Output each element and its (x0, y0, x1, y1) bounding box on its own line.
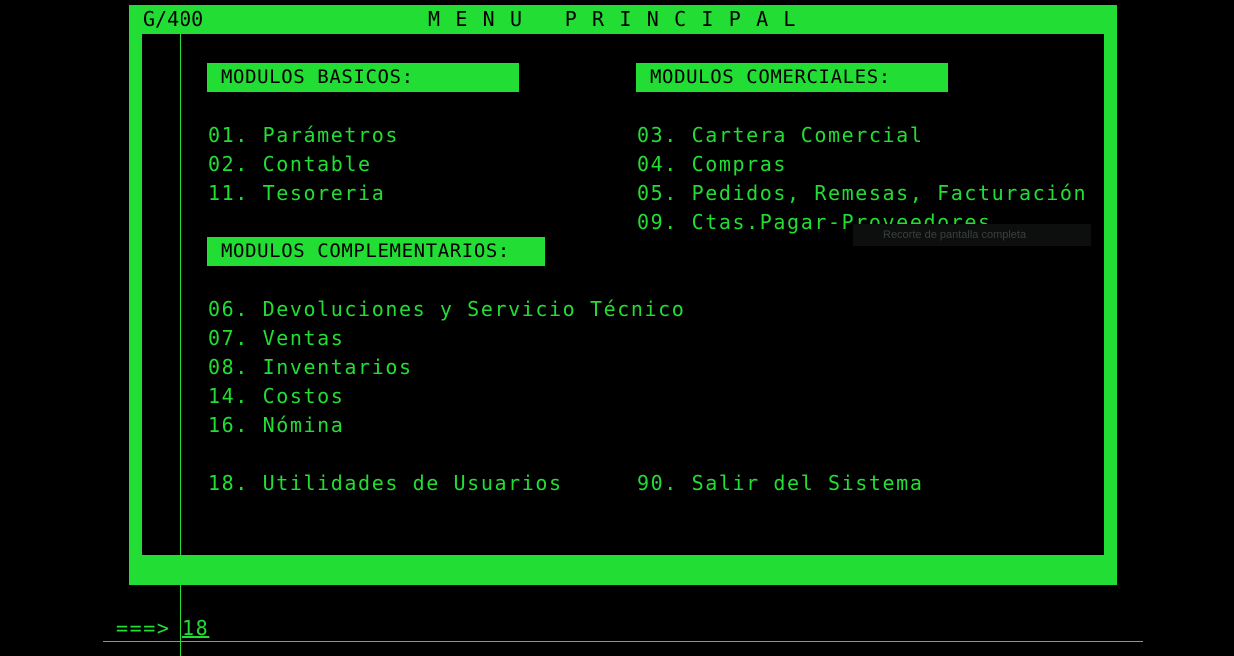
menu-item-costos[interactable]: 14. Costos (208, 383, 344, 409)
menu-item-compras[interactable]: 04. Compras (637, 151, 787, 177)
screenshot-tooltip: Recorte de pantalla completa (853, 224, 1091, 246)
menu-item-parametros[interactable]: 01. Parámetros (208, 122, 399, 148)
section-label-comerciales: MODULOS COMERCIALES: (636, 63, 948, 92)
cursor-row-line (103, 641, 1143, 642)
system-id: G/400 (143, 7, 204, 31)
menu-item-ventas[interactable]: 07. Ventas (208, 325, 344, 351)
menu-item-inventarios[interactable]: 08. Inventarios (208, 354, 413, 380)
menu-item-devoluciones[interactable]: 06. Devoluciones y Servicio Técnico (208, 296, 685, 322)
menu-item-contable[interactable]: 02. Contable (208, 151, 372, 177)
section-label-basicos: MODULOS BASICOS: (207, 63, 519, 92)
menu-item-pedidos[interactable]: 05. Pedidos, Remesas, Facturación (637, 180, 1087, 206)
command-input[interactable] (182, 616, 222, 640)
menu-item-cartera[interactable]: 03. Cartera Comercial (637, 122, 923, 148)
page-title: MENU PRINCIPAL (428, 7, 811, 31)
section-label-complementarios: MODULOS COMPLEMENTARIOS: (207, 237, 545, 266)
menu-item-nomina[interactable]: 16. Nómina (208, 412, 344, 438)
menu-item-tesoreria[interactable]: 11. Tesoreria (208, 180, 385, 206)
command-prompt: ===> (116, 616, 171, 640)
cursor-column-line (180, 5, 181, 656)
menu-item-utilidades[interactable]: 18. Utilidades de Usuarios (208, 470, 563, 496)
menu-item-salir[interactable]: 90. Salir del Sistema (637, 470, 923, 496)
